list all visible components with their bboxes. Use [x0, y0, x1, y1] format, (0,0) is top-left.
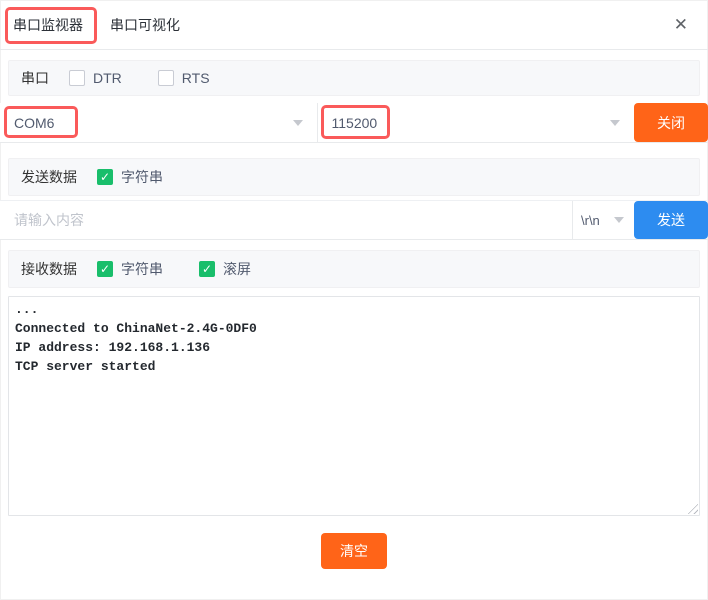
checkbox-autoscroll[interactable]: 滚屏	[199, 259, 251, 279]
checkbox-box-icon	[69, 70, 85, 86]
port-settings-row: COM6 115200 关闭	[0, 103, 708, 143]
send-data-panel: 发送数据 字符串	[8, 158, 700, 196]
console-line: Connected to ChinaNet-2.4G-0DF0	[15, 319, 693, 338]
receive-data-panel: 接收数据 字符串 滚屏	[8, 250, 700, 288]
checkbox-checked-icon	[199, 261, 215, 277]
chevron-down-icon	[610, 120, 620, 126]
serial-section-label: 串口	[21, 68, 49, 88]
send-section-label: 发送数据	[21, 167, 77, 187]
checkbox-send-string-label: 字符串	[121, 167, 163, 187]
checkbox-checked-icon	[97, 169, 113, 185]
tab-serial-visualization[interactable]: 串口可视化	[110, 0, 180, 50]
console-line: TCP server started	[15, 357, 693, 376]
console-line: IP address: 192.168.1.136	[15, 338, 693, 357]
close-port-button[interactable]: 关闭	[634, 103, 708, 142]
port-select[interactable]: COM6	[0, 103, 318, 142]
checkbox-receive-string-label: 字符串	[121, 259, 163, 279]
checkbox-dtr[interactable]: DTR	[69, 70, 122, 86]
serial-options-panel: 串口 DTR RTS	[8, 60, 700, 96]
checkbox-checked-icon	[97, 261, 113, 277]
checkbox-rts[interactable]: RTS	[158, 70, 210, 86]
send-button[interactable]: 发送	[634, 201, 708, 239]
clear-button[interactable]: 清空	[321, 533, 387, 569]
close-icon[interactable]: ✕	[670, 0, 692, 50]
baud-rate-select[interactable]: 115200	[318, 103, 635, 142]
dialog-header: 串口监视器 串口可视化 ✕	[0, 0, 708, 50]
baud-select-value: 115200	[332, 115, 378, 131]
checkbox-autoscroll-label: 滚屏	[223, 259, 251, 279]
serial-output-area[interactable]: ... Connected to ChinaNet-2.4G-0DF0 IP a…	[8, 296, 700, 516]
checkbox-receive-string[interactable]: 字符串	[97, 259, 163, 279]
port-select-value: COM6	[14, 115, 54, 131]
console-line: ...	[15, 300, 693, 319]
checkbox-box-icon	[158, 70, 174, 86]
line-ending-value: \r\n	[581, 213, 600, 228]
dialog-footer: 清空	[8, 533, 700, 569]
chevron-down-icon	[614, 217, 624, 223]
send-input-row: \r\n 发送	[0, 200, 708, 240]
checkbox-dtr-label: DTR	[93, 70, 122, 86]
line-ending-select[interactable]: \r\n	[572, 201, 634, 239]
chevron-down-icon	[293, 120, 303, 126]
send-input[interactable]	[0, 201, 572, 239]
tab-serial-monitor[interactable]: 串口监视器	[13, 0, 83, 50]
checkbox-rts-label: RTS	[182, 70, 210, 86]
receive-section-label: 接收数据	[21, 259, 77, 279]
dialog-body: 串口 DTR RTS COM6 115200 关闭 发送数据 字符串	[0, 60, 708, 569]
resize-handle[interactable]	[685, 501, 698, 514]
checkbox-send-string[interactable]: 字符串	[97, 167, 163, 187]
